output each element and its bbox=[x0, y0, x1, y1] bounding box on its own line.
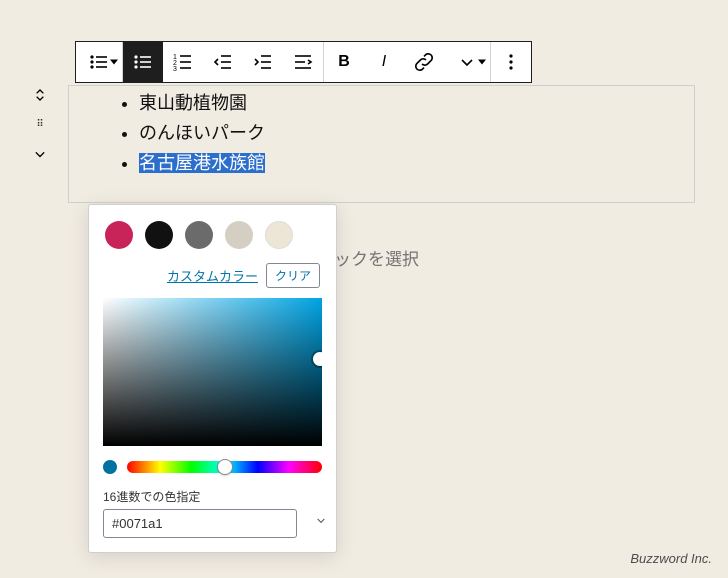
block-toolbar: 123 B I bbox=[75, 41, 532, 83]
color-picker-popover: カスタムカラー クリア 16進数での色指定 bbox=[88, 204, 337, 553]
more-options-button[interactable] bbox=[491, 42, 531, 82]
italic-icon: I bbox=[382, 53, 386, 71]
chevron-down-icon bbox=[313, 513, 329, 529]
chevron-down-icon bbox=[455, 50, 479, 74]
list-item[interactable]: 東山動植物園 bbox=[139, 88, 672, 118]
more-group bbox=[491, 42, 531, 82]
color-swatch[interactable] bbox=[145, 221, 173, 249]
svg-text:3: 3 bbox=[173, 66, 177, 73]
saturation-picker[interactable] bbox=[103, 298, 322, 446]
color-swatch[interactable] bbox=[265, 221, 293, 249]
list-type-group bbox=[76, 42, 123, 82]
color-swatch[interactable] bbox=[185, 221, 213, 249]
color-swatch-row bbox=[103, 219, 322, 263]
italic-button[interactable]: I bbox=[364, 42, 404, 82]
link-button[interactable] bbox=[404, 42, 444, 82]
outdent-icon bbox=[211, 50, 235, 74]
bullet-list-icon bbox=[131, 50, 155, 74]
hex-expand-button[interactable] bbox=[313, 513, 329, 534]
list-item[interactable]: 名古屋港水族館 bbox=[139, 148, 672, 178]
hex-input-label: 16進数での色指定 bbox=[103, 482, 322, 509]
align-button[interactable] bbox=[283, 42, 323, 82]
outdent-button[interactable] bbox=[203, 42, 243, 82]
numbered-list-icon: 123 bbox=[171, 50, 195, 74]
chevron-down-icon bbox=[30, 144, 50, 164]
chevron-up-down-icon bbox=[30, 85, 50, 105]
align-icon bbox=[291, 50, 315, 74]
indent-button[interactable] bbox=[243, 42, 283, 82]
inline-format-group: B I bbox=[324, 42, 491, 82]
hue-pointer[interactable] bbox=[218, 460, 232, 474]
list-block[interactable]: 東山動植物園 のんほいパーク 名古屋港水族館 bbox=[68, 85, 695, 203]
color-swatch[interactable] bbox=[225, 221, 253, 249]
numbered-list-button[interactable]: 123 bbox=[163, 42, 203, 82]
indent-icon bbox=[251, 50, 275, 74]
list-item[interactable]: のんほいパーク bbox=[139, 118, 672, 148]
selected-text: 名古屋港水族館 bbox=[139, 153, 265, 173]
bold-icon: B bbox=[338, 53, 350, 71]
block-appender-text: ックを選択 bbox=[334, 245, 419, 270]
custom-color-link[interactable]: カスタムカラー bbox=[167, 266, 258, 285]
current-color-dot bbox=[103, 460, 117, 474]
drag-dots-icon: ⠿ bbox=[36, 119, 43, 130]
more-vertical-icon bbox=[499, 50, 523, 74]
link-icon bbox=[412, 50, 436, 74]
block-drag-handle[interactable]: ⠿ bbox=[28, 85, 52, 164]
bold-button[interactable]: B bbox=[324, 42, 364, 82]
bullet-list-button[interactable] bbox=[76, 42, 122, 82]
list-tools-group: 123 bbox=[123, 42, 324, 82]
bullet-list-active-button[interactable] bbox=[123, 42, 163, 82]
saturation-pointer[interactable] bbox=[313, 352, 322, 366]
color-swatch[interactable] bbox=[105, 221, 133, 249]
clear-color-button[interactable]: クリア bbox=[266, 263, 320, 288]
bullet-list-icon bbox=[87, 50, 111, 74]
hue-slider[interactable] bbox=[127, 461, 322, 473]
footer-credit: Buzzword Inc. bbox=[630, 551, 712, 566]
text-color-button[interactable] bbox=[444, 42, 490, 82]
hex-input[interactable] bbox=[103, 509, 297, 538]
